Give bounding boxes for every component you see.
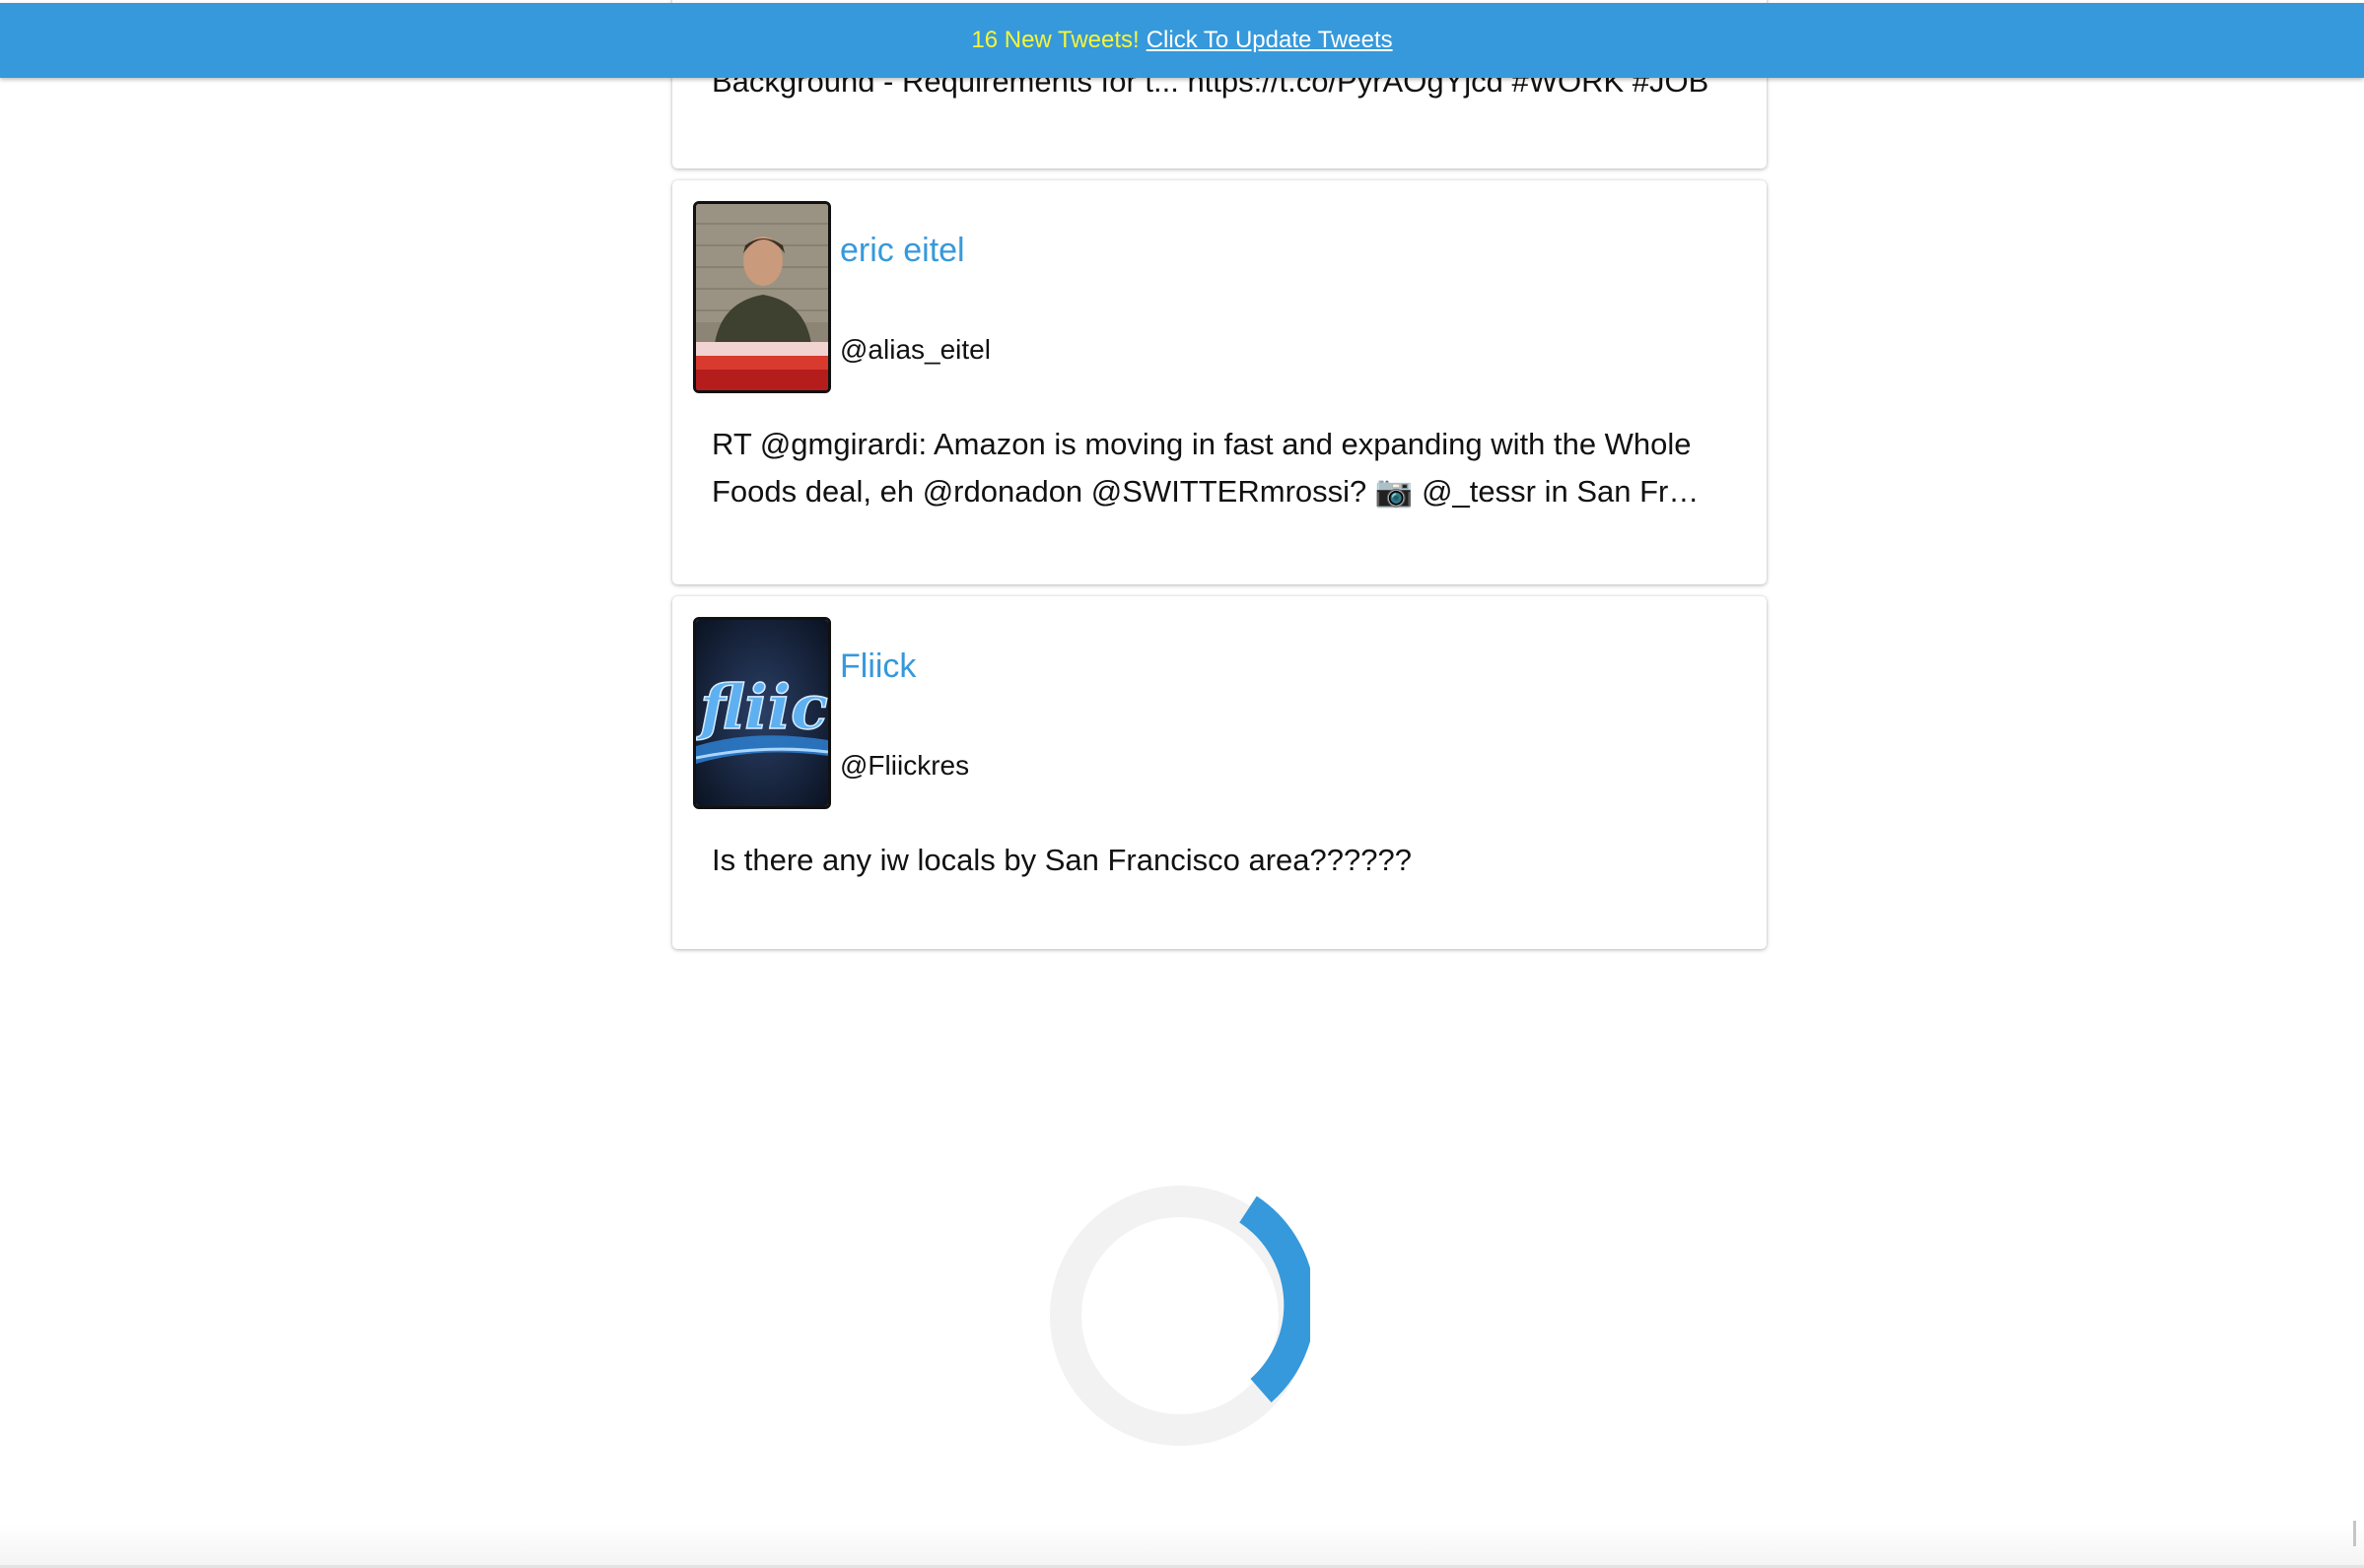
- person-photo-icon: [696, 204, 828, 390]
- fliick-logo-icon: fliick: [696, 620, 828, 806]
- new-tweets-banner: 16 New Tweets! Click To Update Tweets: [0, 3, 2364, 78]
- user-avatar[interactable]: fliick: [693, 617, 831, 809]
- tweet-text: Is there any iw locals by San Francisco …: [712, 843, 1412, 877]
- tweet-card: fliick Fliick @Fliickres Is there any iw…: [672, 596, 1767, 949]
- user-handle: @alias_eitel: [840, 334, 991, 365]
- update-tweets-link[interactable]: Click To Update Tweets: [1147, 27, 1393, 54]
- tweet-feed-page: Background - Requirements for t... https…: [0, 0, 2364, 1568]
- new-tweets-count: 16 New Tweets!: [971, 27, 1140, 53]
- user-display-name[interactable]: eric eitel: [840, 232, 965, 270]
- loading-spinner-icon: [1050, 1186, 1310, 1446]
- scrollbar-handle[interactable]: [2353, 1521, 2356, 1546]
- tweet-text: RT @gmgirardi: Amazon is moving in fast …: [712, 427, 1700, 509]
- user-avatar[interactable]: [693, 201, 831, 393]
- user-display-name[interactable]: Fliick: [840, 648, 916, 686]
- bottom-edge: [0, 1525, 2364, 1568]
- svg-text:fliick: fliick: [696, 671, 828, 743]
- user-handle: @Fliickres: [840, 750, 970, 781]
- tweet-card: eric eitel @alias_eitel RT @gmgirardi: A…: [672, 180, 1767, 584]
